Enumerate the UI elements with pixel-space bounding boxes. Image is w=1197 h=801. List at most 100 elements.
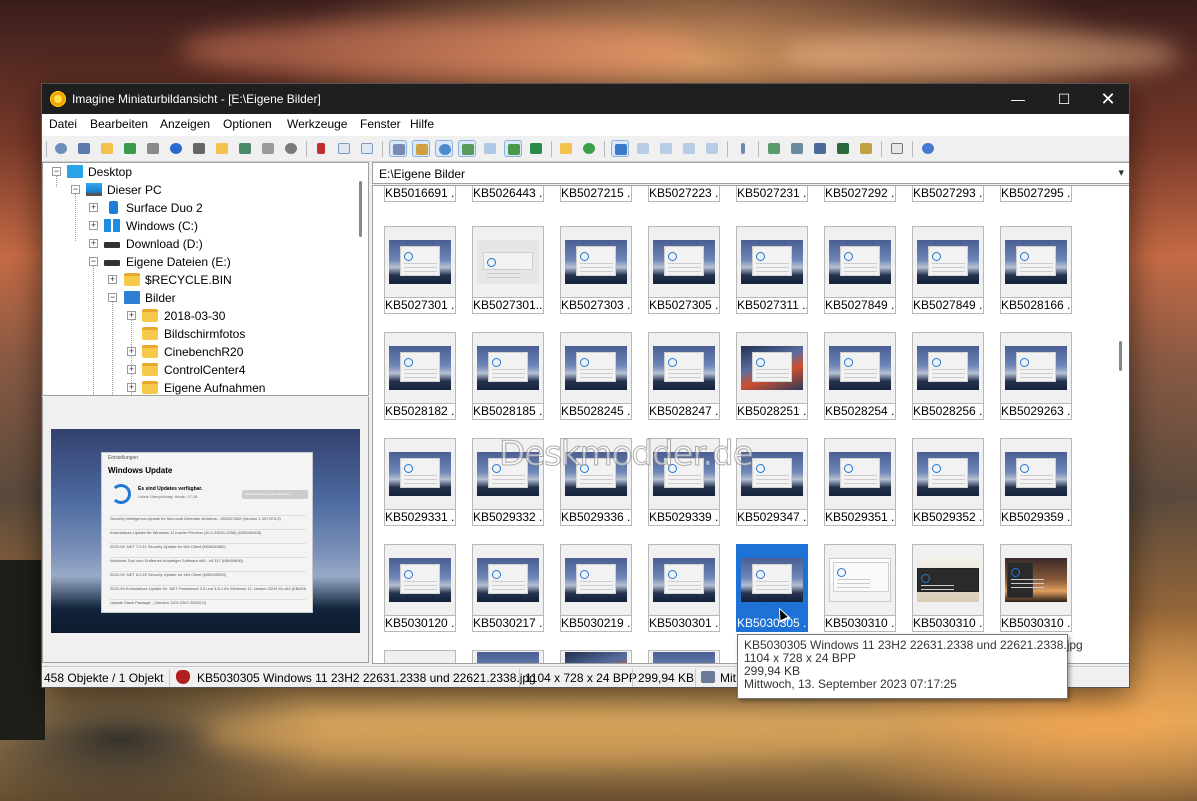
batch-icon[interactable] <box>765 140 783 157</box>
edit-icon[interactable] <box>857 140 875 157</box>
tree-scrollbar[interactable] <box>353 163 368 395</box>
thumbnails-icon[interactable] <box>389 140 407 157</box>
thumbnail-label: KB5029359 ... <box>1000 510 1072 526</box>
tree-item-download-d[interactable]: + Download (D:) <box>43 235 343 253</box>
tree-item-bildschirmfotos[interactable]: Bildschirmfotos <box>43 325 343 343</box>
settings-icon[interactable] <box>282 140 300 157</box>
collapse-icon[interactable]: − <box>108 293 117 302</box>
menu-anzeigen[interactable]: Anzeigen <box>160 117 210 131</box>
tools-icon[interactable] <box>734 140 752 157</box>
toolbar-separator <box>551 141 552 157</box>
help-icon[interactable] <box>919 140 937 157</box>
menu-werkzeuge[interactable]: Werkzeuge <box>287 117 347 131</box>
tree-item-label: Dieser PC <box>107 183 162 197</box>
expand-icon[interactable]: + <box>89 203 98 212</box>
paste-icon[interactable] <box>358 140 376 157</box>
tree-item-desktop[interactable]: − Desktop <box>43 163 343 181</box>
tree-item-2018-03-30[interactable]: + 2018-03-30 <box>43 307 343 325</box>
copy-icon[interactable] <box>335 140 353 157</box>
folder-icon <box>142 345 158 358</box>
tree-item-eigene-dateien-e[interactable]: − Eigene Dateien (E:) <box>43 253 343 271</box>
thumbnail-scrollbar[interactable] <box>1112 186 1129 663</box>
print-icon[interactable] <box>144 140 162 157</box>
slideshow-icon[interactable] <box>75 140 93 157</box>
clock-icon[interactable] <box>435 140 453 157</box>
thumbnail-grid[interactable]: KB5016691 ... KB5026443 ... KB5027215 ..… <box>372 185 1129 664</box>
expand-icon[interactable]: + <box>89 221 98 230</box>
thumbnail-image <box>829 452 891 496</box>
collapse-icon[interactable]: − <box>89 257 98 266</box>
scrollbar-thumb[interactable] <box>1119 341 1122 371</box>
expand-icon[interactable]: + <box>127 347 136 356</box>
menu-datei[interactable]: Datei <box>49 117 77 131</box>
thumbnail-frame <box>824 226 896 298</box>
tree-item-windows-c[interactable]: + Windows (C:) <box>43 217 343 235</box>
view-icon[interactable] <box>52 140 70 157</box>
tree-item-cinebenchr20[interactable]: + CinebenchR20 <box>43 343 343 361</box>
folder-up-icon[interactable] <box>557 140 575 157</box>
film-icon[interactable] <box>834 140 852 157</box>
thumbnail-label: KB5030217 ... <box>472 616 544 632</box>
report-icon[interactable] <box>703 140 721 157</box>
collapse-icon[interactable]: − <box>52 167 61 176</box>
thumbnail-frame <box>912 544 984 616</box>
chevron-down-icon[interactable]: ▾ <box>1118 166 1124 179</box>
expand-icon[interactable]: + <box>127 383 136 392</box>
thumbnail-label: KB5030301 ... <box>648 616 720 632</box>
tree-item-surface-duo[interactable]: + Surface Duo 2 <box>43 199 343 217</box>
thumbnail-image <box>917 452 979 496</box>
info-icon[interactable] <box>167 140 185 157</box>
frame-icon[interactable] <box>504 140 522 157</box>
filter-icon[interactable] <box>458 140 476 157</box>
large-thumbs-icon[interactable] <box>611 140 629 157</box>
toolbar-separator <box>306 141 307 157</box>
thumbnail-frame <box>384 438 456 510</box>
menu-fenster[interactable]: Fenster <box>360 117 401 131</box>
tree-item-recycle-bin[interactable]: + $RECYCLE.BIN <box>43 271 343 289</box>
minimize-button[interactable]: — <box>995 84 1041 114</box>
camera-icon[interactable] <box>190 140 208 157</box>
expand-icon[interactable]: + <box>108 275 117 284</box>
thumbnail-label: KB5027231 ... <box>736 186 808 202</box>
cut-icon[interactable] <box>312 140 330 157</box>
thumbnail-frame <box>648 650 720 663</box>
menu-hilfe[interactable]: Hilfe <box>410 117 434 131</box>
menu-bearbeiten[interactable]: Bearbeiten <box>90 117 148 131</box>
bin-icon[interactable] <box>259 140 277 157</box>
thumbnail-image <box>917 346 979 390</box>
tree-item-label: Windows (C:) <box>126 219 199 233</box>
tree-item-dieser-pc[interactable]: − Dieser PC <box>43 181 343 199</box>
sort-icon[interactable] <box>412 140 430 157</box>
folder-tree[interactable]: − Desktop − Dieser PC + Surface Duo 2 + … <box>42 162 369 396</box>
small-thumbs-icon[interactable] <box>634 140 652 157</box>
capture-icon[interactable] <box>811 140 829 157</box>
preview-entry: 2023-09 Kumulatives Update für .NET Fram… <box>110 585 306 595</box>
collapse-icon[interactable]: − <box>71 185 80 194</box>
grid-icon[interactable] <box>481 140 499 157</box>
drive-icon <box>104 242 120 248</box>
scrollbar-thumb[interactable] <box>359 181 362 237</box>
expand-icon[interactable]: + <box>127 365 136 374</box>
thumbnail-label: KB5027301.... <box>472 298 544 314</box>
tree-item-controlcenter4[interactable]: + ControlCenter4 <box>43 361 343 379</box>
refresh-icon[interactable] <box>580 140 598 157</box>
tree-item-label: Eigene Dateien (E:) <box>126 255 231 269</box>
expand-icon[interactable]: + <box>127 311 136 320</box>
maximize-button[interactable]: ☐ <box>1041 84 1087 114</box>
scan-icon[interactable] <box>236 140 254 157</box>
folder-add-icon[interactable] <box>213 140 231 157</box>
tree-item-eigene-aufnahmen[interactable]: + Eigene Aufnahmen <box>43 379 343 395</box>
save-icon[interactable] <box>121 140 139 157</box>
tree-item-bilder[interactable]: − Bilder <box>43 289 343 307</box>
notes-icon[interactable] <box>888 140 906 157</box>
close-button[interactable]: ✕ <box>1085 84 1129 114</box>
view-mode-icon[interactable] <box>527 140 545 157</box>
open-folder-icon[interactable] <box>98 140 116 157</box>
expand-icon[interactable]: + <box>89 239 98 248</box>
list-icon[interactable] <box>657 140 675 157</box>
preview-image[interactable]: Einstellungen Windows Update Es sind Upd… <box>51 429 360 633</box>
address-bar[interactable]: E:\Eigene Bilder ▾ <box>372 162 1129 184</box>
details-icon[interactable] <box>680 140 698 157</box>
menu-optionen[interactable]: Optionen <box>223 117 272 131</box>
batch-convert-icon[interactable] <box>788 140 806 157</box>
